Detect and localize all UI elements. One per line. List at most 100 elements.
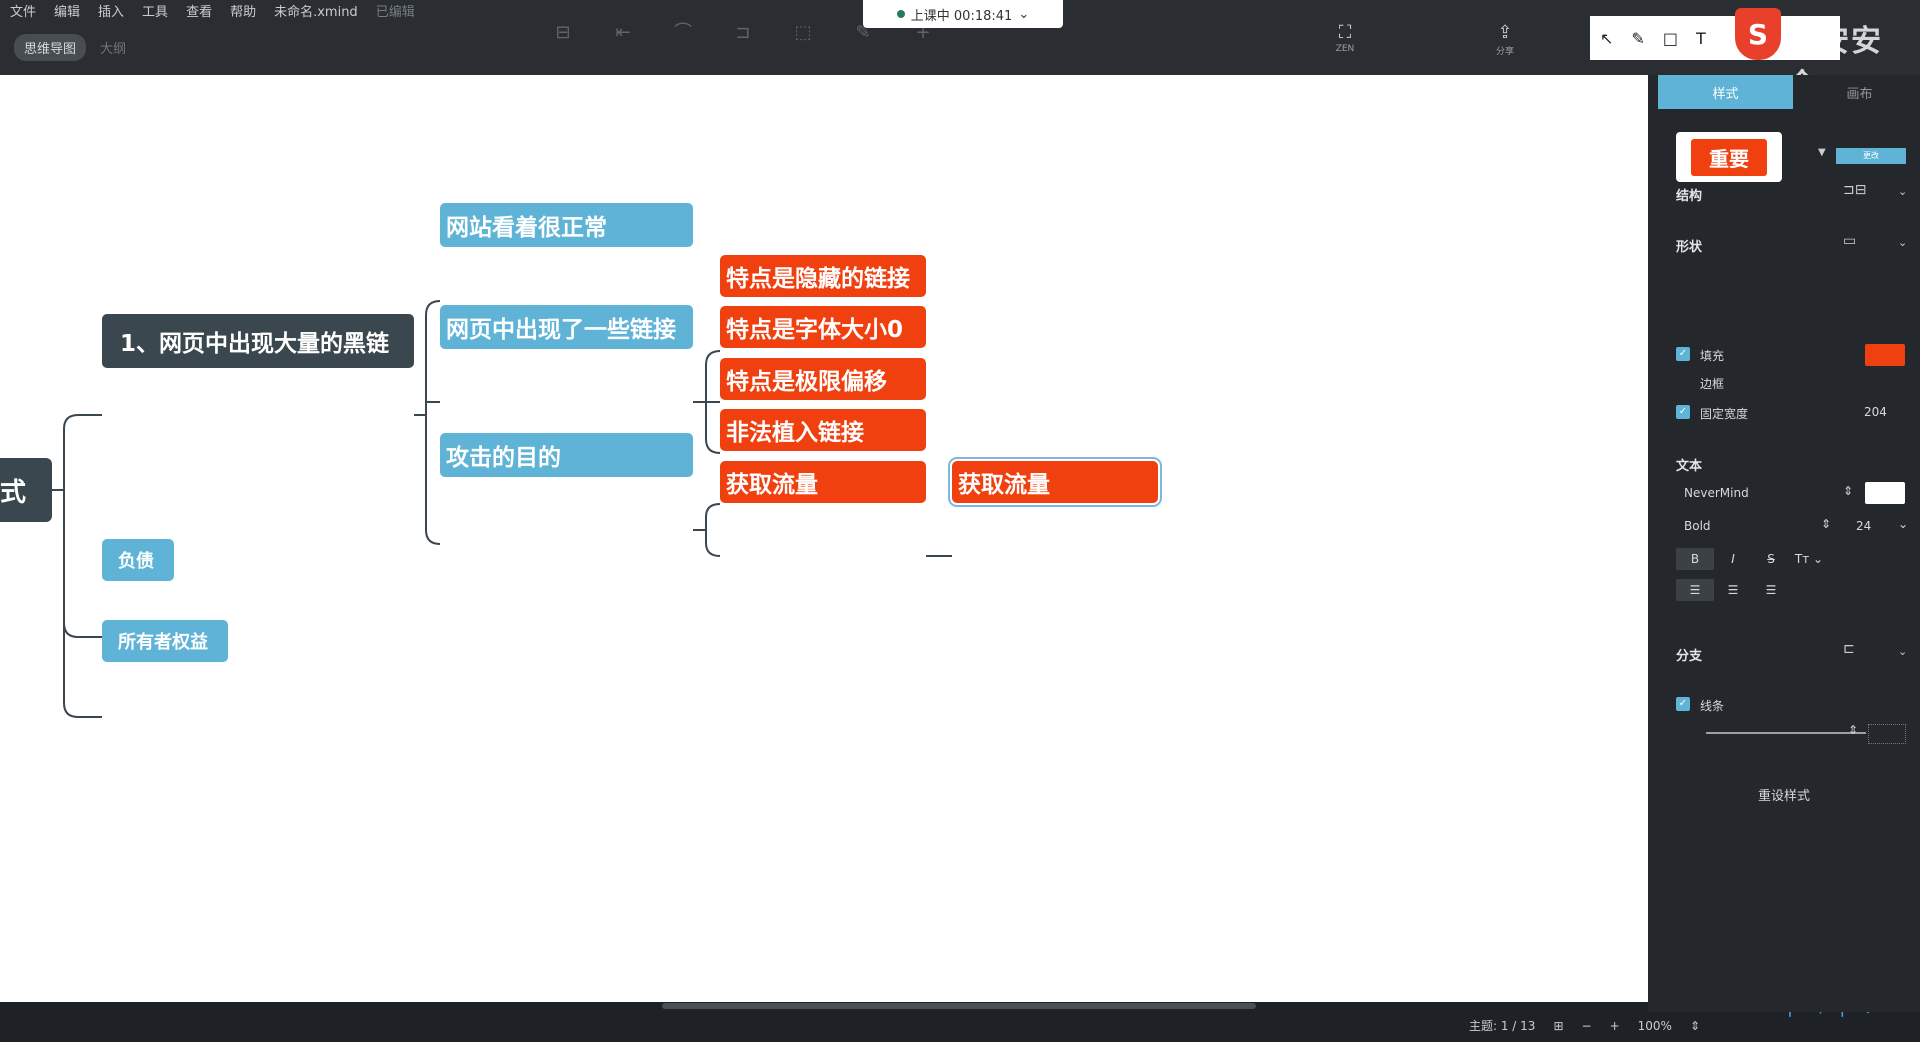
text-color-swatch[interactable]	[1865, 482, 1905, 504]
topic-liabilities[interactable]: 负债	[102, 539, 174, 581]
subtopic-attack-purpose[interactable]: 攻击的目的	[440, 433, 693, 477]
brand-watermark: S 知安安全	[1735, 6, 1895, 103]
menu-insert[interactable]: 插入	[98, 1, 124, 20]
text-case-icon[interactable]: Tт ⌄	[1790, 548, 1828, 570]
zoom-level[interactable]: 100%	[1638, 1019, 1672, 1033]
change-style-button[interactable]: 更改	[1836, 148, 1906, 164]
relationship-icon: ⌒	[674, 22, 692, 43]
mindmap-mode-button[interactable]: 思维导图	[14, 34, 87, 61]
align-left-icon[interactable]: ☰	[1676, 579, 1714, 601]
topic-owners-equity[interactable]: 所有者权益	[102, 620, 228, 662]
fixed-width-label: 固定宽度	[1700, 407, 1749, 421]
branch-icon[interactable]: ⊏	[1843, 641, 1855, 657]
chevron-down-icon: ⌄	[1018, 6, 1030, 22]
fill-checkbox[interactable]: ✓	[1676, 347, 1690, 361]
align-center-icon[interactable]: ☰	[1714, 579, 1752, 601]
font-family-select[interactable]: NeverMind	[1684, 486, 1749, 500]
line-color-swatch[interactable]	[1868, 724, 1906, 744]
shield-logo-icon: S	[1735, 8, 1781, 60]
style-preview[interactable]: 重要	[1676, 132, 1782, 182]
strikethrough-icon[interactable]: S	[1752, 548, 1790, 570]
subtopic-site-looks-normal[interactable]: 网站看着很正常	[440, 203, 693, 247]
share-icon: ⇪	[1497, 22, 1513, 43]
bold-icon[interactable]: B	[1676, 548, 1714, 570]
reset-style-button[interactable]: 重设样式	[1648, 785, 1920, 804]
root-topic[interactable]: 式	[0, 458, 52, 522]
line-checkbox[interactable]: ✓	[1676, 697, 1690, 711]
topic-tool-button[interactable]: ⊟	[550, 22, 576, 58]
horizontal-scrollbar[interactable]	[662, 1003, 1256, 1009]
mindmap-canvas[interactable]: 式 1、网页中出现大量的黑链 网站看着很正常 网页中出现了一些链接 攻击的目的 …	[0, 75, 1648, 1002]
topic-black-links[interactable]: 1、网页中出现大量的黑链	[102, 314, 414, 368]
tab-canvas[interactable]: 画布	[1803, 75, 1916, 109]
map-icon[interactable]: ⊞	[1553, 1019, 1563, 1033]
font-size-chevron-icon[interactable]: ⌄	[1898, 517, 1908, 531]
summary-tool-button[interactable]: ⊐	[730, 22, 756, 58]
subtopic-hidden-links[interactable]: 特点是隐藏的链接	[720, 255, 926, 297]
relationship-tool-button[interactable]: ⌒	[670, 22, 696, 58]
subtopic-extreme-offset[interactable]: 特点是极限偏移	[720, 358, 926, 400]
style-dropdown-icon[interactable]: ▼	[1818, 147, 1826, 158]
zoom-out-button[interactable]: −	[1582, 1019, 1592, 1033]
recording-dot-icon	[896, 10, 905, 18]
line-label: 线条	[1700, 699, 1725, 713]
border-label: 边框	[1700, 377, 1725, 391]
structure-chevron-icon[interactable]: ⌄	[1898, 185, 1907, 198]
shape-icon[interactable]: ▭	[1843, 233, 1856, 249]
rectangle-icon[interactable]: □	[1663, 29, 1678, 48]
selected-topic-gain-traffic[interactable]: 获取流量	[948, 457, 1162, 507]
tab-style[interactable]: 样式	[1658, 75, 1793, 109]
menu-tools[interactable]: 工具	[142, 1, 168, 20]
line-style-sample[interactable]	[1706, 732, 1866, 734]
zoom-stepper-icon[interactable]: ⇕	[1690, 1019, 1700, 1033]
font-family-stepper-icon[interactable]: ⇕	[1843, 484, 1853, 498]
font-weight-select[interactable]: Bold	[1684, 519, 1711, 533]
share-button[interactable]: ⇪ 分享	[1490, 22, 1520, 57]
pointer-icon[interactable]: ↖	[1600, 29, 1613, 48]
fixed-width-value[interactable]: 204	[1864, 405, 1887, 419]
save-status: 已编辑	[375, 4, 415, 20]
menu-file[interactable]: 文件	[10, 1, 36, 20]
file-name: 未命名.xmind	[274, 4, 358, 20]
recording-status[interactable]: 上课中 00:18:41 ⌄	[863, 0, 1063, 28]
fixed-width-checkbox[interactable]: ✓	[1676, 405, 1690, 419]
subtopic-inject-links[interactable]: 非法植入链接	[720, 409, 926, 451]
fill-color-swatch[interactable]	[1865, 344, 1905, 366]
topic-count: 主题: 1 / 13	[1469, 1019, 1536, 1033]
format-panel: 样式 画布 重要 ▼ 更改 结构 ⊐⊟ ⌄ 形状 ▭ ⌄ ✓ 填充 边框 ✓ 固…	[1648, 75, 1920, 1012]
menu-edit[interactable]: 编辑	[54, 1, 80, 20]
menu-view[interactable]: 查看	[186, 1, 212, 20]
zen-button[interactable]: ⛶ ZEN	[1330, 22, 1360, 54]
fullscreen-icon: ⛶	[1338, 22, 1352, 43]
subtopic-links-appear[interactable]: 网页中出现了一些链接	[440, 305, 693, 349]
font-weight-stepper-icon[interactable]: ⇕	[1821, 517, 1831, 531]
branch-chevron-icon[interactable]: ⌄	[1898, 645, 1907, 658]
shape-chevron-icon[interactable]: ⌄	[1898, 236, 1907, 249]
line-style-stepper-icon[interactable]: ⇕	[1848, 723, 1858, 737]
xmind-window: 文件 编辑 插入 工具 查看 帮助 未命名.xmind 已编辑 思维导图 大纲 …	[0, 0, 1920, 1042]
menu-bar: 文件 编辑 插入 工具 查看 帮助 未命名.xmind 已编辑	[10, 0, 415, 20]
structure-heading: 结构	[1676, 189, 1703, 204]
branch-lines	[52, 300, 952, 718]
recording-text: 上课中 00:18:41	[910, 8, 1013, 24]
text-icon[interactable]: T	[1696, 29, 1706, 48]
style-preview-label: 重要	[1691, 138, 1767, 176]
text-heading: 文本	[1676, 459, 1703, 474]
status-info: 主题: 1 / 13 ⊞ − + 100% ⇕	[1469, 1017, 1700, 1034]
fill-label: 填充	[1700, 349, 1725, 363]
subtopic-icon: ⇤	[615, 22, 631, 43]
subtopic-font-size-zero[interactable]: 特点是字体大小0	[720, 306, 926, 348]
menu-help[interactable]: 帮助	[230, 1, 256, 20]
subtopic-tool-button[interactable]: ⇤	[610, 22, 636, 58]
subtopic-gain-traffic[interactable]: 获取流量	[720, 461, 926, 503]
italic-icon[interactable]: I	[1714, 548, 1752, 570]
align-right-icon[interactable]: ☰	[1752, 579, 1790, 601]
zoom-in-button[interactable]: +	[1610, 1019, 1620, 1033]
branch-heading: 分支	[1676, 649, 1703, 664]
font-size-input[interactable]: 24	[1856, 519, 1871, 533]
outline-mode-button[interactable]: 大纲	[100, 38, 126, 57]
summary-icon: ⊐	[735, 22, 751, 43]
pen-icon[interactable]: ✎	[1631, 29, 1644, 48]
boundary-tool-button[interactable]: ⬚	[790, 22, 816, 58]
structure-icon[interactable]: ⊐⊟	[1843, 182, 1866, 198]
